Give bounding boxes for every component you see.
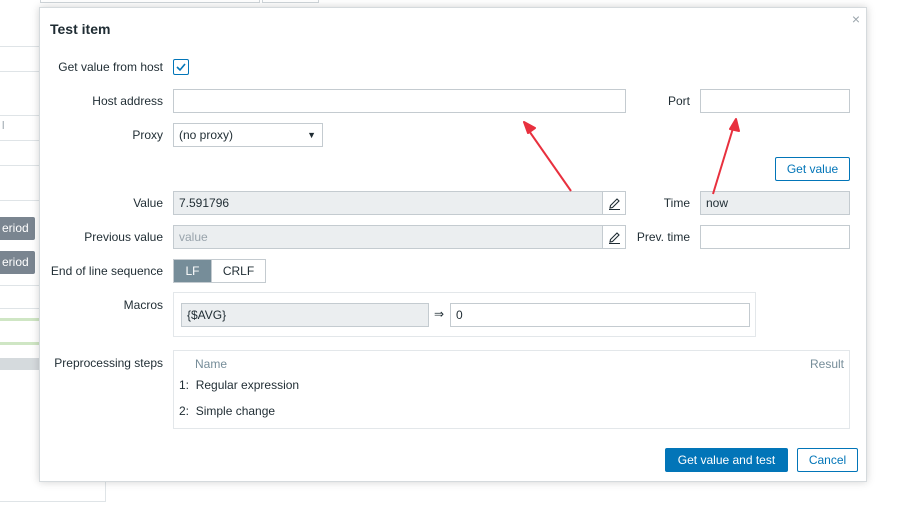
previous-value-input[interactable]: value — [173, 225, 626, 249]
background-border — [105, 482, 106, 502]
previous-value-placeholder: value — [179, 230, 208, 244]
dialog-title: Test item — [50, 21, 111, 37]
background-gray-bar — [0, 358, 39, 370]
macro-value-input[interactable]: 0 — [450, 303, 750, 327]
step-row: 2: Simple change — [179, 404, 275, 418]
port-input[interactable] — [700, 89, 850, 113]
pencil-icon — [609, 232, 620, 244]
eol-option-lf[interactable]: LF — [174, 260, 211, 282]
value-label: Value — [133, 196, 163, 210]
eol-segmented-control: LF CRLF — [173, 259, 266, 283]
macro-arrow-icon: ⇒ — [434, 307, 445, 321]
time-input[interactable]: now — [700, 191, 850, 215]
background-divider — [0, 200, 39, 201]
background-divider — [0, 308, 39, 309]
background-stub-text: l — [2, 120, 5, 132]
preprocessing-steps-label: Preprocessing steps — [54, 356, 163, 370]
checkmark-icon — [176, 63, 186, 72]
close-icon[interactable]: × — [852, 11, 860, 27]
background-divider — [0, 140, 39, 141]
get-value-from-host-label: Get value from host — [58, 60, 163, 74]
host-address-input[interactable] — [173, 89, 626, 113]
macros-box: {$AVG} ⇒ 0 — [173, 292, 756, 337]
background-period-button[interactable]: eriod — [0, 217, 35, 240]
macros-label: Macros — [123, 298, 163, 312]
preprocessing-steps-table: Name Result 1: Regular expression 2: Sim… — [173, 350, 850, 429]
background-divider — [0, 71, 39, 72]
background-divider — [0, 46, 39, 47]
dropdown-arrow-icon: ▼ — [307, 130, 316, 140]
get-value-and-test-button[interactable]: Get value and test — [665, 448, 788, 472]
prev-time-input[interactable] — [700, 225, 850, 249]
edit-value-button[interactable] — [602, 191, 626, 215]
eol-label: End of line sequence — [50, 264, 163, 278]
step-row: 1: Regular expression — [179, 378, 299, 392]
time-label: Time — [663, 196, 690, 210]
step-number: 1: — [179, 378, 190, 392]
proxy-selected-value: (no proxy) — [179, 128, 234, 142]
background-top-box-2 — [262, 0, 319, 3]
prev-time-label: Prev. time — [636, 230, 690, 244]
get-value-from-host-checkbox[interactable] — [173, 59, 189, 75]
steps-header-name: Name — [195, 357, 228, 371]
pencil-icon — [609, 198, 620, 210]
eol-option-crlf[interactable]: CRLF — [211, 260, 265, 282]
background-divider — [0, 115, 39, 116]
background-divider — [0, 285, 39, 286]
value-text: 7.591796 — [179, 196, 230, 210]
test-item-dialog: Test item × Get value from host Host add… — [39, 7, 867, 482]
proxy-select[interactable]: (no proxy) ▼ — [173, 123, 323, 147]
background-divider — [0, 165, 39, 166]
step-name: Regular expression — [195, 378, 300, 392]
steps-header-result: Result — [809, 357, 844, 371]
step-number: 2: — [179, 404, 190, 418]
port-label: Port — [667, 94, 690, 108]
background-period-button[interactable]: eriod — [0, 251, 35, 274]
edit-previous-value-button[interactable] — [602, 225, 626, 249]
background-top-box — [40, 0, 260, 3]
background-green-bar — [0, 318, 39, 321]
previous-value-label: Previous value — [84, 230, 163, 244]
step-name: Simple change — [195, 404, 276, 418]
cancel-button[interactable]: Cancel — [797, 448, 858, 472]
value-input[interactable]: 7.591796 — [173, 191, 626, 215]
get-value-button[interactable]: Get value — [775, 157, 850, 181]
background-green-bar — [0, 342, 39, 345]
proxy-label: Proxy — [132, 128, 163, 142]
background-divider — [0, 501, 106, 502]
macro-name-field: {$AVG} — [181, 303, 429, 327]
host-address-label: Host address — [92, 94, 163, 108]
